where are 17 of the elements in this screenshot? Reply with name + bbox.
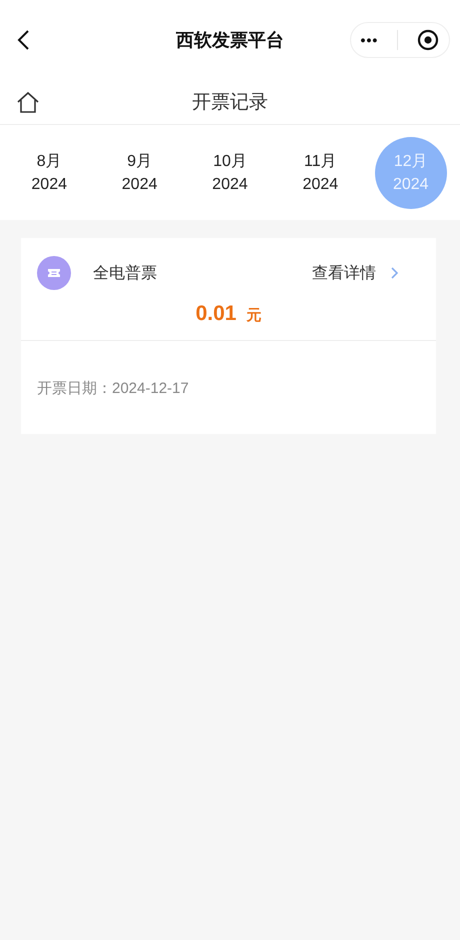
back-icon[interactable] (16, 29, 30, 51)
chevron-icon (390, 266, 400, 280)
invoice-date: 开票日期：2024-12-17 (37, 380, 189, 397)
home-icon[interactable] (16, 91, 40, 113)
month-tab[interactable]: 8月 2024 (13, 136, 86, 208)
month-tab[interactable]: 9月 2024 (104, 136, 176, 208)
currency-unit: 元 (246, 306, 262, 325)
close-button[interactable] (417, 29, 440, 51)
more-button[interactable]: ••• (360, 32, 378, 48)
details-link[interactable]: 查看详情 (312, 262, 400, 284)
invoice-amount: 0.01 (196, 302, 236, 326)
invoice-type: 全电普票 (93, 263, 158, 284)
month-tab[interactable]: 10月 2024 (194, 136, 266, 208)
month-tab[interactable]: 11月 2024 (284, 136, 356, 208)
app-title: 西软发票平台 (176, 29, 284, 52)
ticket-icon (37, 256, 71, 290)
page-title: 开票记录 (192, 91, 268, 115)
